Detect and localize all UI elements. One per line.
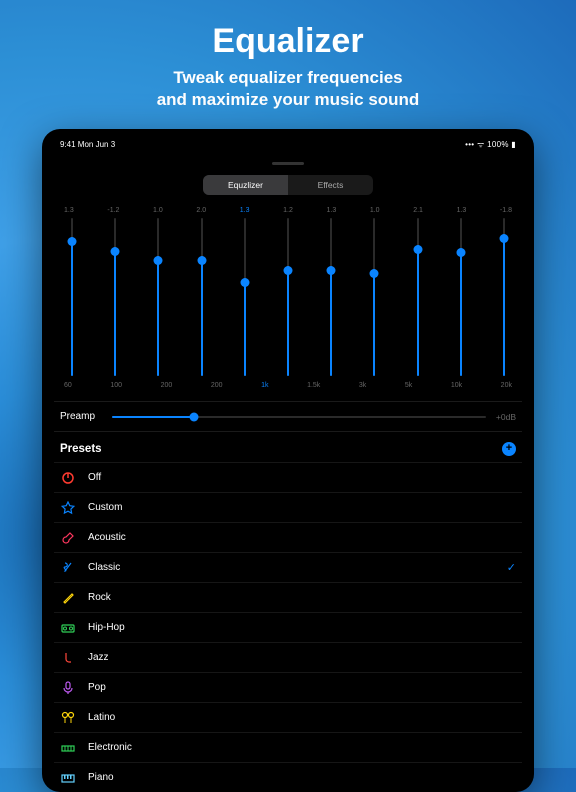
preset-row[interactable]: Rock <box>54 582 522 612</box>
eq-freq-label: 1.5k <box>307 382 320 389</box>
eq-slider[interactable] <box>496 218 512 376</box>
piano-icon <box>60 770 76 786</box>
presets-list: Off Custom Acoustic Classic✓ Rock Hip-Hop Jazz… <box>54 462 522 792</box>
checkmark-icon: ✓ <box>507 561 516 574</box>
eq-freq-label: 5k <box>405 382 412 389</box>
eq-slider[interactable] <box>64 218 80 376</box>
promo-subtitle: Tweak equalizer frequenciesand maximize … <box>157 67 420 111</box>
sax-icon <box>60 650 76 666</box>
synth-icon <box>60 740 76 756</box>
presets-header: Presets + <box>54 432 522 462</box>
eq-freq-label: 20k <box>501 382 512 389</box>
mic-icon <box>60 680 76 696</box>
preset-row[interactable]: Classic✓ <box>54 552 522 582</box>
preset-row[interactable]: Electronic <box>54 732 522 762</box>
sheet-grabber[interactable] <box>272 162 304 165</box>
preset-name: Classic <box>88 562 507 573</box>
preset-name: Rock <box>88 592 516 603</box>
preset-row[interactable]: Latino <box>54 702 522 732</box>
eq-freq-label: 100 <box>110 382 122 389</box>
eq-value-row: 1.3 -1.2 1.0 2.0 1.3 1.2 1.3 1.0 2.1 1.3 -1.8 <box>60 207 516 218</box>
eq-value: -1.8 <box>500 207 512 214</box>
eq-freq-label: 200 <box>161 382 173 389</box>
eq-slider[interactable] <box>453 218 469 376</box>
preset-name: Latino <box>88 712 516 723</box>
preamp-value: +0dB <box>496 412 516 422</box>
eq-slider[interactable] <box>366 218 382 376</box>
preset-name: Hip-Hop <box>88 622 516 633</box>
equalizer-panel: 1.3 -1.2 1.0 2.0 1.3 1.2 1.3 1.0 2.1 1.3 -1.8 60 10… <box>54 203 522 389</box>
wifi-icon: ᯤ <box>477 140 485 149</box>
preset-row[interactable]: Custom <box>54 492 522 522</box>
eq-freq-label: 10k <box>451 382 462 389</box>
violin-icon <box>60 560 76 576</box>
preset-row[interactable]: Jazz <box>54 642 522 672</box>
preset-name: Custom <box>88 502 516 513</box>
preamp-row: Preamp +0dB <box>54 401 522 432</box>
tab-equalizer[interactable]: Equzlizer <box>203 175 288 195</box>
eq-slider[interactable] <box>323 218 339 376</box>
preset-name: Jazz <box>88 652 516 663</box>
eguitar-icon <box>60 590 76 606</box>
star-icon <box>60 500 76 516</box>
eq-value: 1.3 <box>326 207 336 214</box>
eq-value: 1.0 <box>153 207 163 214</box>
eq-slider[interactable] <box>410 218 426 376</box>
preset-name: Pop <box>88 682 516 693</box>
tab-segmented-control[interactable]: Equzlizer Effects <box>203 175 373 195</box>
eq-slider[interactable] <box>150 218 166 376</box>
eq-slider[interactable] <box>280 218 296 376</box>
eq-value: 1.3 <box>240 207 250 214</box>
preset-row[interactable]: Acoustic <box>54 522 522 552</box>
preset-row[interactable]: Piano <box>54 762 522 792</box>
eq-freq-labels: 60 100 200 200 1k 1.5k 3k 5k 10k 20k <box>60 376 516 389</box>
preset-row[interactable]: Hip-Hop <box>54 612 522 642</box>
add-preset-button[interactable]: + <box>502 442 516 456</box>
eq-value: 2.1 <box>413 207 423 214</box>
preset-row[interactable]: Off <box>54 462 522 492</box>
eq-value: 2.0 <box>196 207 206 214</box>
eq-freq-label: 1k <box>261 382 268 389</box>
status-bar: 9:41 Mon Jun 3 ••• ᯤ 100% ▮ <box>54 139 522 156</box>
power-icon <box>60 470 76 486</box>
promo-title: Equalizer <box>212 22 363 61</box>
preset-name: Off <box>88 472 516 483</box>
eq-slider[interactable] <box>107 218 123 376</box>
guitar-icon <box>60 530 76 546</box>
eq-sliders <box>60 218 516 376</box>
preset-row[interactable]: Pop <box>54 672 522 702</box>
eq-slider[interactable] <box>194 218 210 376</box>
eq-value: 1.3 <box>457 207 467 214</box>
preset-name: Piano <box>88 772 516 783</box>
eq-freq-label: 60 <box>64 382 72 389</box>
presets-title: Presets <box>60 443 102 455</box>
maracas-icon <box>60 710 76 726</box>
preamp-label: Preamp <box>60 411 112 422</box>
tab-effects[interactable]: Effects <box>288 175 373 195</box>
status-time: 9:41 Mon Jun 3 <box>60 140 115 149</box>
eq-freq-label: 3k <box>359 382 366 389</box>
boombox-icon <box>60 620 76 636</box>
eq-value: 1.3 <box>64 207 74 214</box>
eq-freq-label: 200 <box>211 382 223 389</box>
eq-value: 1.0 <box>370 207 380 214</box>
preamp-slider[interactable] <box>112 416 486 418</box>
preset-name: Acoustic <box>88 532 516 543</box>
eq-value: 1.2 <box>283 207 293 214</box>
preset-name: Electronic <box>88 742 516 753</box>
eq-slider[interactable] <box>237 218 253 376</box>
device-frame: 9:41 Mon Jun 3 ••• ᯤ 100% ▮ Equzlizer Ef… <box>42 129 534 792</box>
eq-value: -1.2 <box>107 207 119 214</box>
status-battery: ••• ᯤ 100% ▮ <box>465 139 516 150</box>
